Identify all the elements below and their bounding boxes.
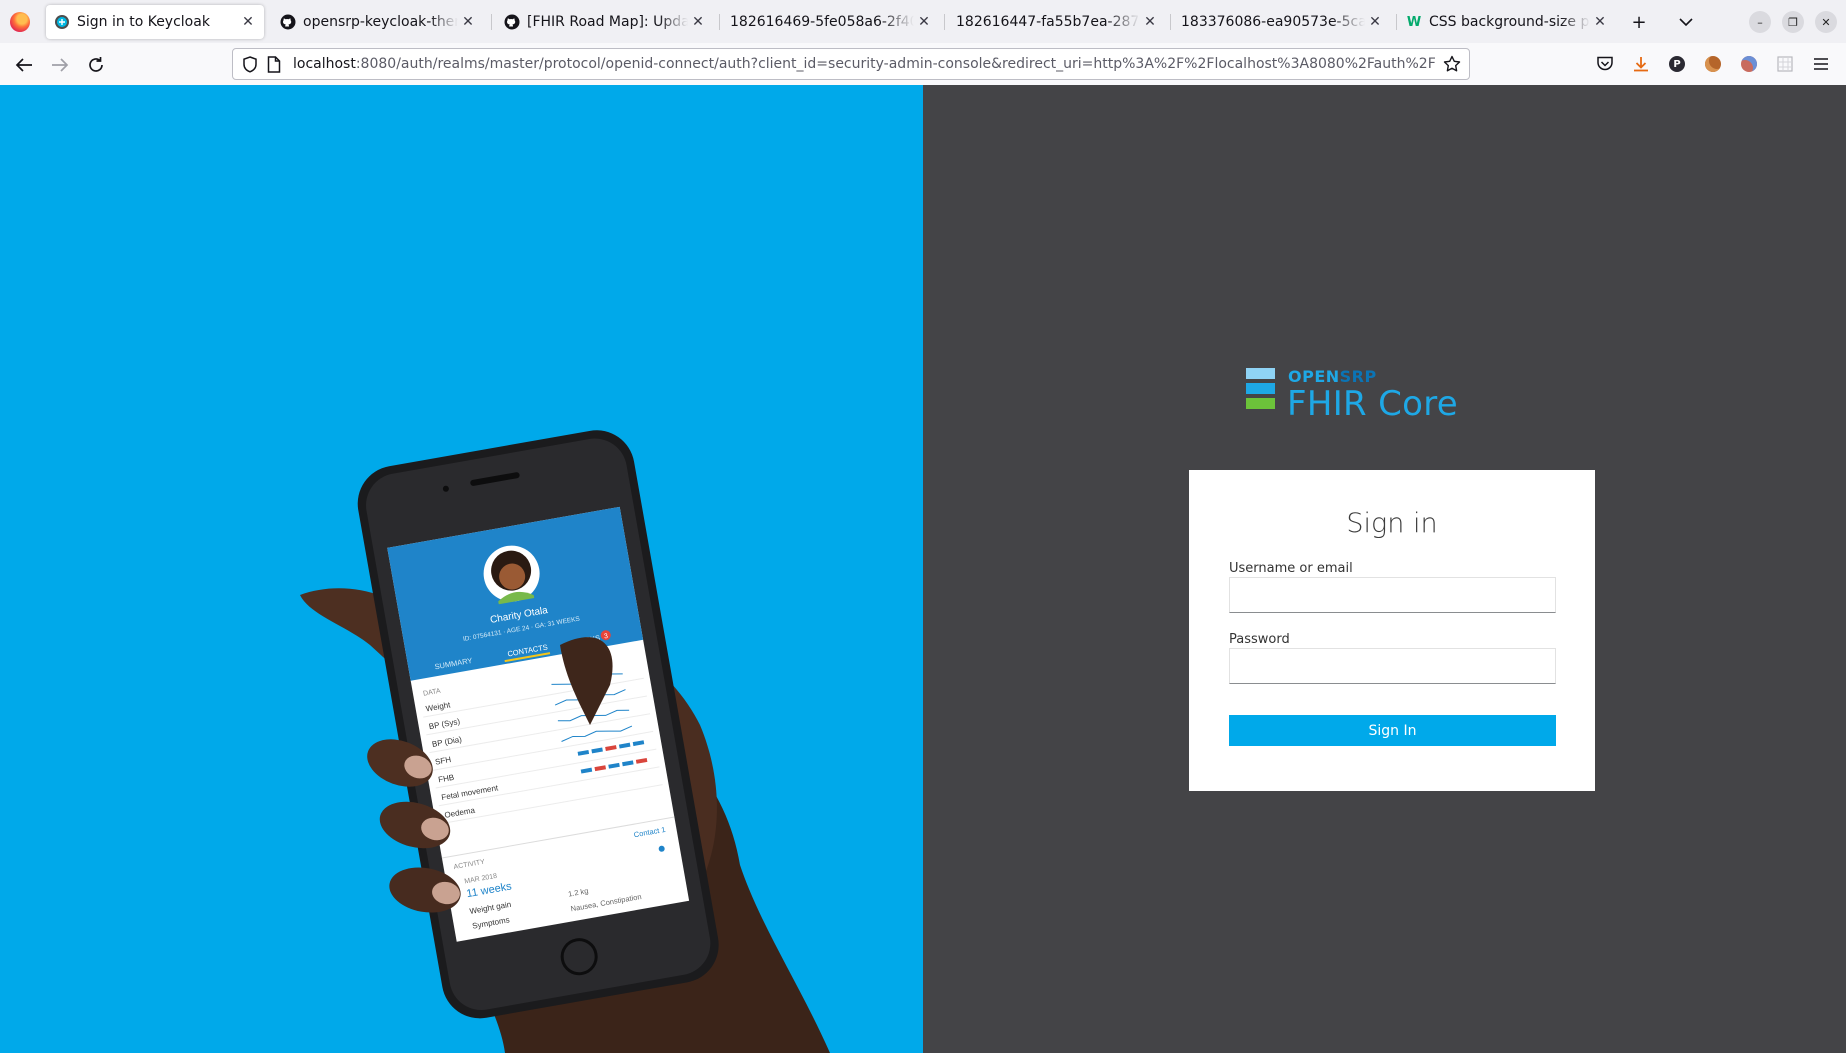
address-bar[interactable]: localhost:8080/auth/realms/master/protoc… (232, 48, 1470, 80)
reload-icon (89, 57, 103, 72)
firefox-icon[interactable] (10, 12, 30, 32)
github-icon (504, 14, 520, 30)
tab-title: [FHIR Road Map]: Update (527, 14, 688, 30)
tab-css-background-size[interactable]: W CSS background-size prop ✕ (1398, 5, 1616, 39)
github-icon (280, 14, 296, 30)
back-button[interactable] (11, 52, 37, 78)
minimize-button[interactable]: – (1749, 11, 1771, 33)
username-label: Username or email (1229, 561, 1353, 576)
tab-title: 182616447-fa55b7ea-287e-4 (956, 14, 1140, 30)
w3schools-favicon-icon: W (1406, 14, 1422, 30)
tab-fhir-road-map[interactable]: [FHIR Road Map]: Update ✕ (496, 5, 714, 39)
sign-in-button[interactable]: Sign In (1229, 715, 1556, 746)
url-path: :8080/auth/realms/master/protocol/openid… (355, 56, 1436, 72)
tab-opensrp-keycloak-theme[interactable]: opensrp-keycloak-theme ✕ (272, 5, 484, 39)
pocket-icon[interactable] (1594, 53, 1616, 75)
tab-title: CSS background-size prop (1429, 14, 1590, 30)
tab-title: Sign in to Keycloak (77, 14, 210, 30)
tab-separator (491, 14, 492, 30)
tab-title: opensrp-keycloak-theme (303, 14, 458, 30)
tab-sign-in-keycloak[interactable]: Sign in to Keycloak ✕ (46, 5, 264, 39)
login-card: Sign in Username or email Password Sign … (1189, 470, 1595, 791)
chevron-down-icon (1679, 18, 1693, 27)
username-input[interactable] (1229, 577, 1556, 613)
hero-panel: Charity Otala ID: 07564131 · AGE 24 · GA… (0, 85, 923, 1053)
close-icon[interactable]: ✕ (240, 14, 256, 30)
login-title: Sign in (1346, 508, 1438, 539)
tab-image-182616447[interactable]: 182616447-fa55b7ea-287e-4 ✕ (948, 5, 1166, 39)
shield-icon[interactable] (242, 56, 258, 77)
star-icon[interactable] (1443, 55, 1461, 77)
login-panel: OPENSRP FHIR Core Sign in Username or em… (923, 85, 1846, 1053)
password-input[interactable] (1229, 648, 1556, 684)
logo-fhir-core-text: FHIR Core (1287, 384, 1458, 424)
list-all-tabs-button[interactable] (1674, 10, 1698, 34)
tab-separator (1170, 14, 1171, 30)
tab-image-182616469[interactable]: 182616469-5fe058a6-2f40-4 ✕ (722, 5, 940, 39)
forward-arrow-icon (52, 58, 69, 72)
close-icon[interactable]: ✕ (1142, 14, 1158, 30)
close-icon[interactable]: ✕ (690, 14, 706, 30)
close-icon[interactable]: ✕ (1592, 14, 1608, 30)
opensrp-fhir-core-logo: OPENSRP FHIR Core (1246, 368, 1466, 428)
close-icon[interactable]: ✕ (916, 14, 932, 30)
hand-holding-phone-image: Charity Otala ID: 07564131 · AGE 24 · GA… (300, 430, 830, 1053)
password-label: Password (1229, 632, 1290, 647)
url-text[interactable]: localhost:8080/auth/realms/master/protoc… (293, 49, 1441, 79)
extension-p-icon[interactable]: P (1666, 53, 1688, 75)
close-window-button[interactable]: ✕ (1815, 11, 1837, 33)
extension-avatar-icon[interactable] (1738, 53, 1760, 75)
menu-icon[interactable] (1810, 53, 1832, 75)
tab-title: 182616469-5fe058a6-2f40-4 (730, 14, 914, 30)
close-icon[interactable]: ✕ (460, 14, 476, 30)
tab-separator (719, 14, 720, 30)
keycloak-favicon-icon (54, 14, 70, 30)
page-content: Charity Otala ID: 07564131 · AGE 24 · GA… (0, 85, 1846, 1053)
tab-image-183376086[interactable]: 183376086-ea90573e-5cac-4 ✕ (1173, 5, 1391, 39)
navigation-toolbar: localhost:8080/auth/realms/master/protoc… (0, 43, 1846, 86)
restore-button[interactable]: ❐ (1782, 11, 1804, 33)
forward-button[interactable] (47, 52, 73, 78)
extension-grid-icon[interactable] (1774, 53, 1796, 75)
new-tab-button[interactable]: + (1627, 10, 1651, 34)
tab-separator (1396, 14, 1397, 30)
downloads-icon[interactable] (1630, 53, 1652, 75)
reload-button[interactable] (83, 52, 109, 78)
url-host: localhost (293, 56, 356, 72)
tab-separator (944, 14, 945, 30)
page-info-icon[interactable] (267, 56, 281, 77)
tab-strip: Sign in to Keycloak ✕ opensrp-keycloak-t… (0, 0, 1846, 43)
tab-title: 183376086-ea90573e-5cac-4 (1181, 14, 1365, 30)
extension-cookie-icon[interactable] (1702, 53, 1724, 75)
close-icon[interactable]: ✕ (1367, 14, 1383, 30)
back-arrow-icon (15, 58, 32, 72)
